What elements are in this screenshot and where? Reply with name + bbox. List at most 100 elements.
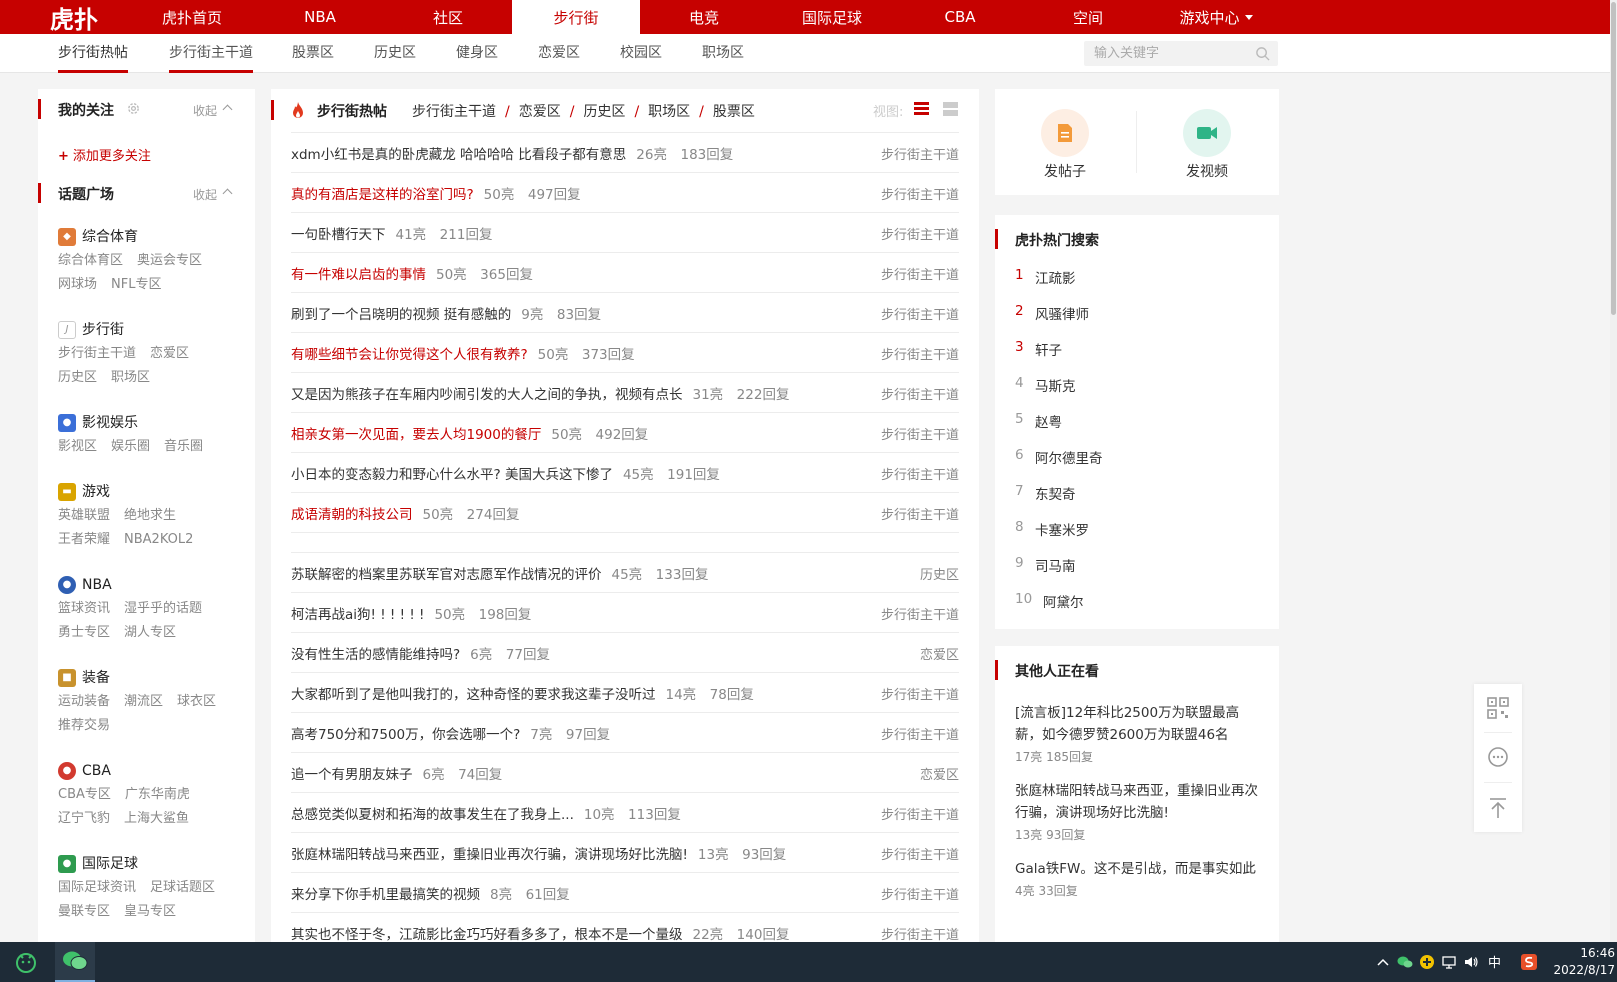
post-row[interactable]: 真的有酒店是这样的浴室门吗? 50亮 497回复 步行街主干道 [291,172,959,212]
hot-term[interactable]: 风骚律师 [1035,303,1089,339]
tray-wechat-icon[interactable] [1397,954,1413,970]
hot-term[interactable]: 司马南 [1035,555,1076,591]
hot-search-item[interactable]: 7 东契奇 [1015,483,1103,519]
post-board[interactable]: 步行街主干道 [881,304,959,323]
post-row[interactable]: 刷到了一个吕晓明的视频 挺有感触的 9亮 83回复 步行街主干道 [291,292,959,332]
follow-fold-label[interactable]: 收起 [193,102,217,119]
category-link[interactable]: 篮球资讯 [58,601,110,616]
watching-item[interactable]: 张庭林瑞阳转战马来西亚，重操旧业再次行骗，演讲现场好比洗脑! 13亮 93回复 [1015,780,1265,844]
category-link[interactable]: 皇马专区 [124,904,176,919]
crumb-link[interactable]: 步行街主干道 [412,104,496,120]
add-follow-link[interactable]: + 添加更多关注 [58,145,151,164]
post-row[interactable]: xdm小红书是真的卧虎藏龙 哈哈哈哈 比看段子都有意思 26亮 183回复 步行街主… [291,132,959,172]
category-link[interactable]: NBA2KOL2 [124,532,193,547]
post-board[interactable]: 步行街主干道 [881,504,959,523]
subnav-history[interactable]: 历史区 [374,34,416,73]
post-title[interactable]: 总感觉类似夏树和拓海的故事发生在了我身上... [291,803,574,823]
category-link[interactable]: 王者荣耀 [58,532,110,547]
subnav-campus[interactable]: 校园区 [620,34,662,73]
hot-term[interactable]: 轩子 [1035,339,1062,375]
crumb-link[interactable]: 历史区 [583,104,625,120]
post-board[interactable]: 恋爱区 [920,764,959,783]
category-link[interactable]: 网球场 [58,277,97,292]
category-title[interactable]: 装备 [82,666,110,690]
watching-item[interactable]: [流言板]12年科比2500万为联盟最高薪，如今德罗赞2600万为联盟46名 1… [1015,702,1265,766]
post-title[interactable]: 高考750分和7500万，你会选哪一个? [291,723,520,743]
post-board[interactable]: 步行街主干道 [881,724,959,743]
hot-search-item[interactable]: 10 阿黛尔 [1015,591,1103,627]
chevron-up-icon[interactable] [222,104,233,115]
post-title[interactable]: 追一个有男朋友妹子 [291,763,413,783]
post-row[interactable]: 成语清朝的科技公司 50亮 274回复 步行街主干道 [291,492,959,532]
category-link[interactable]: 勇士专区 [58,625,110,640]
post-row[interactable]: 来分享下你手机里最搞笑的视频 8亮 61回复 步行街主干道 [291,872,959,912]
scrollbar-thumb[interactable] [1611,2,1616,315]
category-link[interactable]: NFL专区 [111,277,161,292]
post-row[interactable]: 苏联解密的档案里苏联军官对志愿军作战情况的评价 45亮 133回复 历史区 [291,552,959,592]
category-link[interactable]: 英雄联盟 [58,508,110,523]
crumb-link[interactable]: 恋爱区 [519,104,561,120]
post-title[interactable]: 真的有酒店是这样的浴室门吗? [291,183,474,203]
watching-item[interactable]: Gala铁FW。这不是引战，而是事实如此 4亮 33回复 [1015,858,1265,900]
category-link[interactable]: 综合体育区 [58,253,123,268]
subnav-stock[interactable]: 股票区 [292,34,334,73]
category-link[interactable]: 辽宁飞豹 [58,811,110,826]
hot-search-item[interactable]: 3 轩子 [1015,339,1103,375]
category-link[interactable]: 奥运会专区 [137,253,202,268]
nav-nba[interactable]: NBA [256,0,384,34]
category-link[interactable]: 运动装备 [58,694,110,709]
category-link[interactable]: 历史区 [58,370,97,385]
nav-home[interactable]: 虎扑首页 [128,0,256,34]
page-scrollbar[interactable] [1610,0,1617,942]
post-board[interactable]: 步行街主干道 [881,224,959,243]
post-row[interactable]: 大家都听到了是他叫我打的，这种奇怪的要求我这辈子没听过 14亮 78回复 步行街主干… [291,672,959,712]
post-row[interactable]: 小日本的变态毅力和野心什么水平? 美国大兵这下惨了 45亮 191回复 步行街主干道 [291,452,959,492]
category-link[interactable]: 推荐交易 [58,718,110,733]
hot-search-item[interactable]: 9 司马南 [1015,555,1103,591]
category-link[interactable]: 职场区 [111,370,150,385]
tray-volume-icon[interactable] [1463,954,1479,970]
post-board[interactable]: 步行街主干道 [881,604,959,623]
category-link[interactable]: 娱乐圈 [111,439,150,454]
category-title[interactable]: NBA [82,573,112,597]
watching-title-text[interactable]: 张庭林瑞阳转战马来西亚，重操旧业再次行骗，演讲现场好比洗脑! [1015,780,1265,824]
post-row[interactable]: 一句卧槽行天下 41亮 211回复 步行街主干道 [291,212,959,252]
post-row[interactable]: 没有性生活的感情能维持吗? 6亮 77回复 恋爱区 [291,632,959,672]
category-link[interactable]: 音乐圈 [164,439,203,454]
category-link[interactable]: 广东华南虎 [125,787,190,802]
post-title[interactable]: 小日本的变态毅力和野心什么水平? 美国大兵这下惨了 [291,463,613,483]
post-row[interactable]: 总感觉类似夏树和拓海的故事发生在了我身上... 10亮 113回复 步行街主干道 [291,792,959,832]
nav-esports[interactable]: 电竞 [640,0,768,34]
post-row[interactable]: 高考750分和7500万，你会选哪一个? 7亮 97回复 步行街主干道 [291,712,959,752]
category-link[interactable]: 湿乎乎的话题 [124,601,202,616]
category-title[interactable]: 步行街 [82,318,124,342]
post-title[interactable]: 有哪些细节会让你觉得这个人很有教养? [291,343,528,363]
post-board[interactable]: 步行街主干道 [881,684,959,703]
taskbar-clock[interactable]: 16:46 2022/8/17 [1545,945,1615,979]
post-board[interactable]: 步行街主干道 [881,424,959,443]
category-link[interactable]: 恋爱区 [150,346,189,361]
post-row[interactable]: 又是因为熊孩子在车厢内吵闹引发的大人之间的争执，视频有点长 31亮 222回复 步行… [291,372,959,412]
gear-icon[interactable] [126,101,141,116]
post-board[interactable]: 步行街主干道 [881,384,959,403]
post-title[interactable]: 一句卧槽行天下 [291,223,386,243]
hot-search-item[interactable]: 1 江疏影 [1015,267,1103,303]
post-title[interactable]: 成语清朝的科技公司 [291,503,413,523]
category-link[interactable]: 潮流区 [124,694,163,709]
hot-search-item[interactable]: 8 卡塞米罗 [1015,519,1103,555]
category-link[interactable]: 影视区 [58,439,97,454]
post-title[interactable]: 相亲女第一次见面，要去人均1900的餐厅 [291,423,541,443]
post-board[interactable]: 恋爱区 [920,644,959,663]
tray-network-icon[interactable] [1441,954,1457,970]
post-title[interactable]: xdm小红书是真的卧虎藏龙 哈哈哈哈 比看段子都有意思 [291,143,626,163]
hot-term[interactable]: 阿尔德里奇 [1035,447,1103,483]
category-title[interactable]: 国际足球 [82,852,138,876]
post-row[interactable]: 追一个有男朋友妹子 6亮 74回复 恋爱区 [291,752,959,792]
post-board[interactable]: 步行街主干道 [881,184,959,203]
hot-term[interactable]: 卡塞米罗 [1035,519,1089,555]
post-board[interactable]: 步行街主干道 [881,464,959,483]
list-view-icon[interactable] [914,101,929,116]
post-title[interactable]: 有一件难以启齿的事情 [291,263,426,283]
post-title[interactable]: 没有性生活的感情能维持吗? [291,643,460,663]
post-title[interactable]: 来分享下你手机里最搞笑的视频 [291,883,480,903]
